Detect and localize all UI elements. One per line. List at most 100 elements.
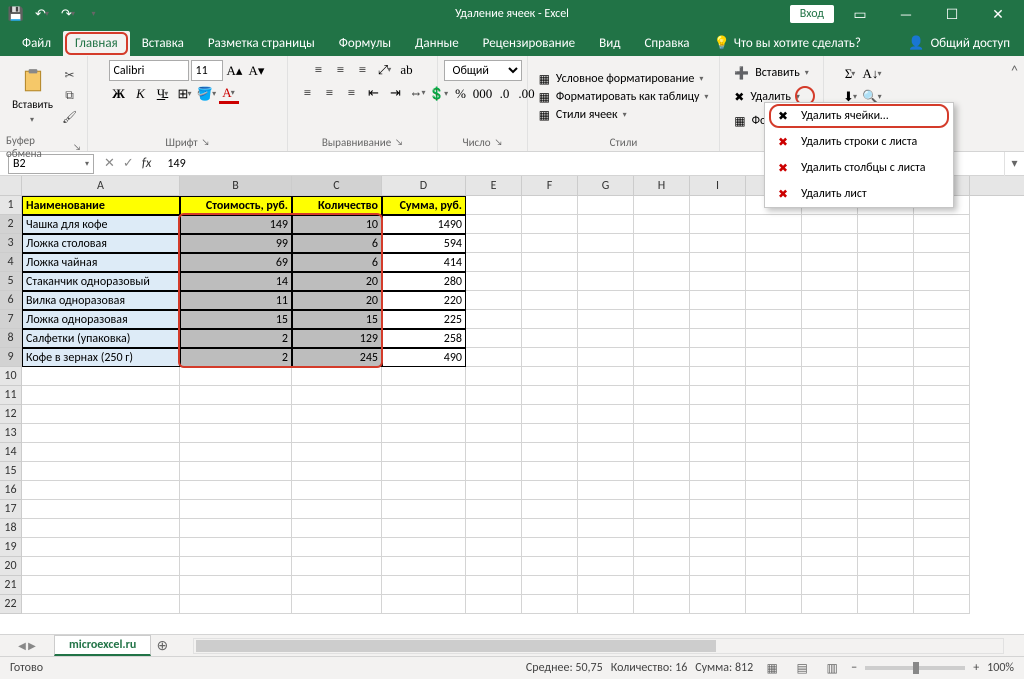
cell[interactable]: [746, 481, 802, 500]
cell[interactable]: Количество: [292, 196, 382, 215]
cell[interactable]: [914, 538, 970, 557]
cell[interactable]: [802, 538, 858, 557]
cell[interactable]: [858, 272, 914, 291]
increase-font-icon[interactable]: A▴: [225, 61, 245, 81]
cell[interactable]: 2: [180, 348, 292, 367]
zoom-in-icon[interactable]: +: [973, 661, 979, 675]
cell[interactable]: [690, 348, 746, 367]
row-header[interactable]: 6: [0, 291, 22, 310]
cell[interactable]: Чашка для кофе: [22, 215, 180, 234]
conditional-formatting-button[interactable]: ▦Условное форматирование▾: [539, 72, 709, 87]
cell[interactable]: [578, 443, 634, 462]
cell-styles-button[interactable]: ▦Стили ячеек▾: [539, 108, 709, 123]
cell[interactable]: [802, 215, 858, 234]
undo-icon[interactable]: ↶▾: [32, 4, 52, 24]
cell[interactable]: [22, 519, 180, 538]
cell[interactable]: [634, 595, 690, 614]
cell[interactable]: [690, 405, 746, 424]
cell[interactable]: [522, 329, 578, 348]
cell[interactable]: Ложка столовая: [22, 234, 180, 253]
row-header[interactable]: 8: [0, 329, 22, 348]
cell[interactable]: [292, 481, 382, 500]
cell[interactable]: [180, 443, 292, 462]
cell[interactable]: [914, 329, 970, 348]
cell[interactable]: [522, 519, 578, 538]
cell[interactable]: [522, 538, 578, 557]
row-header[interactable]: 14: [0, 443, 22, 462]
row-header[interactable]: 13: [0, 424, 22, 443]
cell[interactable]: Стоимость, руб.: [180, 196, 292, 215]
tab-review[interactable]: Рецензирование: [471, 31, 587, 56]
cell[interactable]: [858, 386, 914, 405]
cell[interactable]: [22, 557, 180, 576]
cell[interactable]: [914, 367, 970, 386]
cell[interactable]: [802, 500, 858, 519]
cell[interactable]: [746, 576, 802, 595]
cell[interactable]: [466, 576, 522, 595]
cell[interactable]: [180, 557, 292, 576]
cell[interactable]: [382, 557, 466, 576]
cell[interactable]: [858, 424, 914, 443]
cell[interactable]: [22, 595, 180, 614]
cell[interactable]: [858, 348, 914, 367]
delete-sheet-menuitem[interactable]: ✖Удалить лист: [765, 181, 953, 207]
cell[interactable]: [466, 424, 522, 443]
cell[interactable]: [746, 462, 802, 481]
cell[interactable]: [914, 348, 970, 367]
cell[interactable]: [858, 576, 914, 595]
cell[interactable]: [802, 424, 858, 443]
cell[interactable]: [802, 462, 858, 481]
cell[interactable]: [690, 576, 746, 595]
cell[interactable]: [802, 443, 858, 462]
cell[interactable]: [522, 462, 578, 481]
cell[interactable]: Вилка одноразовая: [22, 291, 180, 310]
cell[interactable]: [22, 576, 180, 595]
row-header[interactable]: 21: [0, 576, 22, 595]
cell[interactable]: [466, 329, 522, 348]
cell[interactable]: [634, 424, 690, 443]
align-middle-icon[interactable]: ≡: [331, 60, 351, 80]
cell[interactable]: [914, 500, 970, 519]
cell[interactable]: [180, 386, 292, 405]
delete-cells-menuitem[interactable]: ✖Удалить ячейки…: [765, 103, 953, 129]
tell-me[interactable]: 💡Что вы хотите сделать?: [702, 31, 873, 56]
cell[interactable]: [22, 386, 180, 405]
cell[interactable]: [180, 595, 292, 614]
row-header[interactable]: 2: [0, 215, 22, 234]
cell[interactable]: 280: [382, 272, 466, 291]
row-header[interactable]: 1: [0, 196, 22, 215]
col-header-C[interactable]: C: [292, 176, 382, 195]
cell[interactable]: [292, 557, 382, 576]
cell[interactable]: 6: [292, 253, 382, 272]
font-name-select[interactable]: [109, 60, 189, 81]
cell[interactable]: [382, 386, 466, 405]
cell[interactable]: [522, 557, 578, 576]
cell[interactable]: [22, 481, 180, 500]
cell[interactable]: [746, 367, 802, 386]
close-icon[interactable]: ✕: [978, 0, 1018, 28]
format-painter-icon[interactable]: 🖌: [61, 108, 79, 126]
minimize-icon[interactable]: —: [886, 0, 926, 28]
cell[interactable]: [292, 424, 382, 443]
paste-button[interactable]: Вставить▾: [9, 60, 57, 132]
fx-icon[interactable]: fx: [142, 156, 152, 171]
cell[interactable]: [578, 481, 634, 500]
page-break-view-icon[interactable]: ▥: [821, 659, 843, 677]
cell[interactable]: [802, 519, 858, 538]
cell[interactable]: [292, 367, 382, 386]
tab-insert[interactable]: Вставка: [130, 31, 196, 56]
cell[interactable]: [180, 576, 292, 595]
cell[interactable]: [466, 367, 522, 386]
zoom-slider[interactable]: [865, 666, 965, 670]
cell[interactable]: [746, 329, 802, 348]
cell[interactable]: [690, 291, 746, 310]
cell[interactable]: [466, 557, 522, 576]
decrease-font-icon[interactable]: A▾: [247, 61, 267, 81]
cell[interactable]: 99: [180, 234, 292, 253]
alignment-launcher-icon[interactable]: ↘: [395, 137, 403, 148]
cell[interactable]: [22, 405, 180, 424]
row-header[interactable]: 15: [0, 462, 22, 481]
sort-filter-icon[interactable]: A↓▾: [862, 64, 882, 84]
align-right-icon[interactable]: ≡: [342, 83, 362, 103]
cell[interactable]: 14: [180, 272, 292, 291]
